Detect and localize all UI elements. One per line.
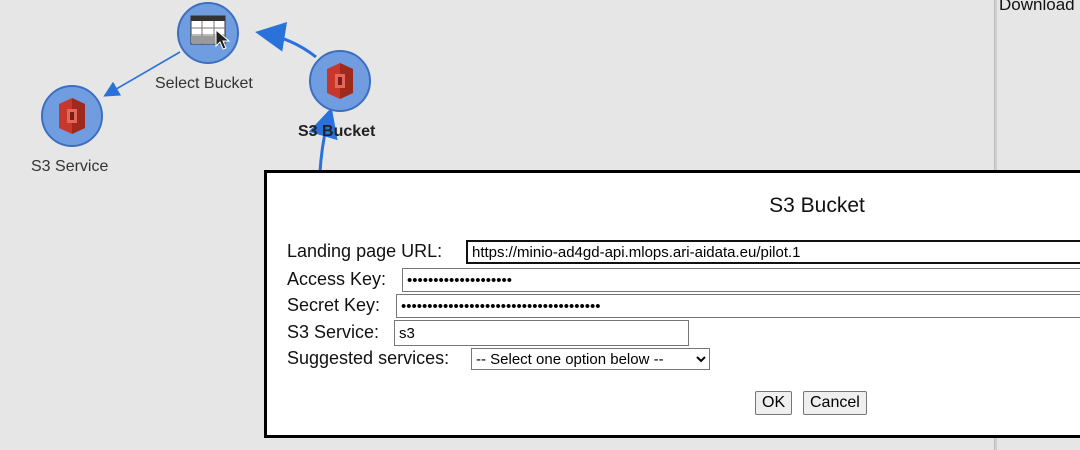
- landing-url-input[interactable]: [466, 240, 1080, 264]
- s3-icon: [59, 98, 85, 134]
- edge-into-bucket: [308, 107, 338, 173]
- s3-bucket-dialog: S3 Bucket Landing page URL: Access Key: …: [264, 170, 1080, 438]
- s3-icon: [327, 63, 353, 99]
- access-key-input[interactable]: [402, 268, 1080, 292]
- node-s3-service[interactable]: [41, 85, 103, 147]
- node-label-s3-service: S3 Service: [31, 158, 109, 175]
- node-select-bucket[interactable]: [177, 2, 239, 64]
- cancel-button[interactable]: Cancel: [803, 391, 867, 415]
- node-label-s3-bucket: S3 Bucket: [298, 123, 376, 140]
- right-pane-title: Download: [999, 0, 1075, 14]
- suggested-services-label: Suggested services:: [287, 348, 450, 368]
- ok-button[interactable]: OK: [755, 391, 793, 415]
- secret-key-input[interactable]: [396, 294, 1080, 318]
- landing-url-label: Landing page URL:: [287, 241, 443, 261]
- node-s3-bucket[interactable]: [309, 50, 371, 112]
- s3-service-label: S3 Service:: [287, 322, 380, 342]
- edge-bucket-to-select: [255, 22, 317, 59]
- suggested-services-select[interactable]: -- Select one option below --: [471, 348, 710, 370]
- table-pointer-icon: [190, 15, 231, 50]
- s3-service-input[interactable]: [394, 320, 689, 346]
- node-label-select-bucket: Select Bucket: [155, 75, 253, 92]
- secret-key-label: Secret Key:: [287, 295, 381, 315]
- dialog-title: S3 Bucket: [769, 194, 865, 217]
- access-key-label: Access Key:: [287, 269, 387, 289]
